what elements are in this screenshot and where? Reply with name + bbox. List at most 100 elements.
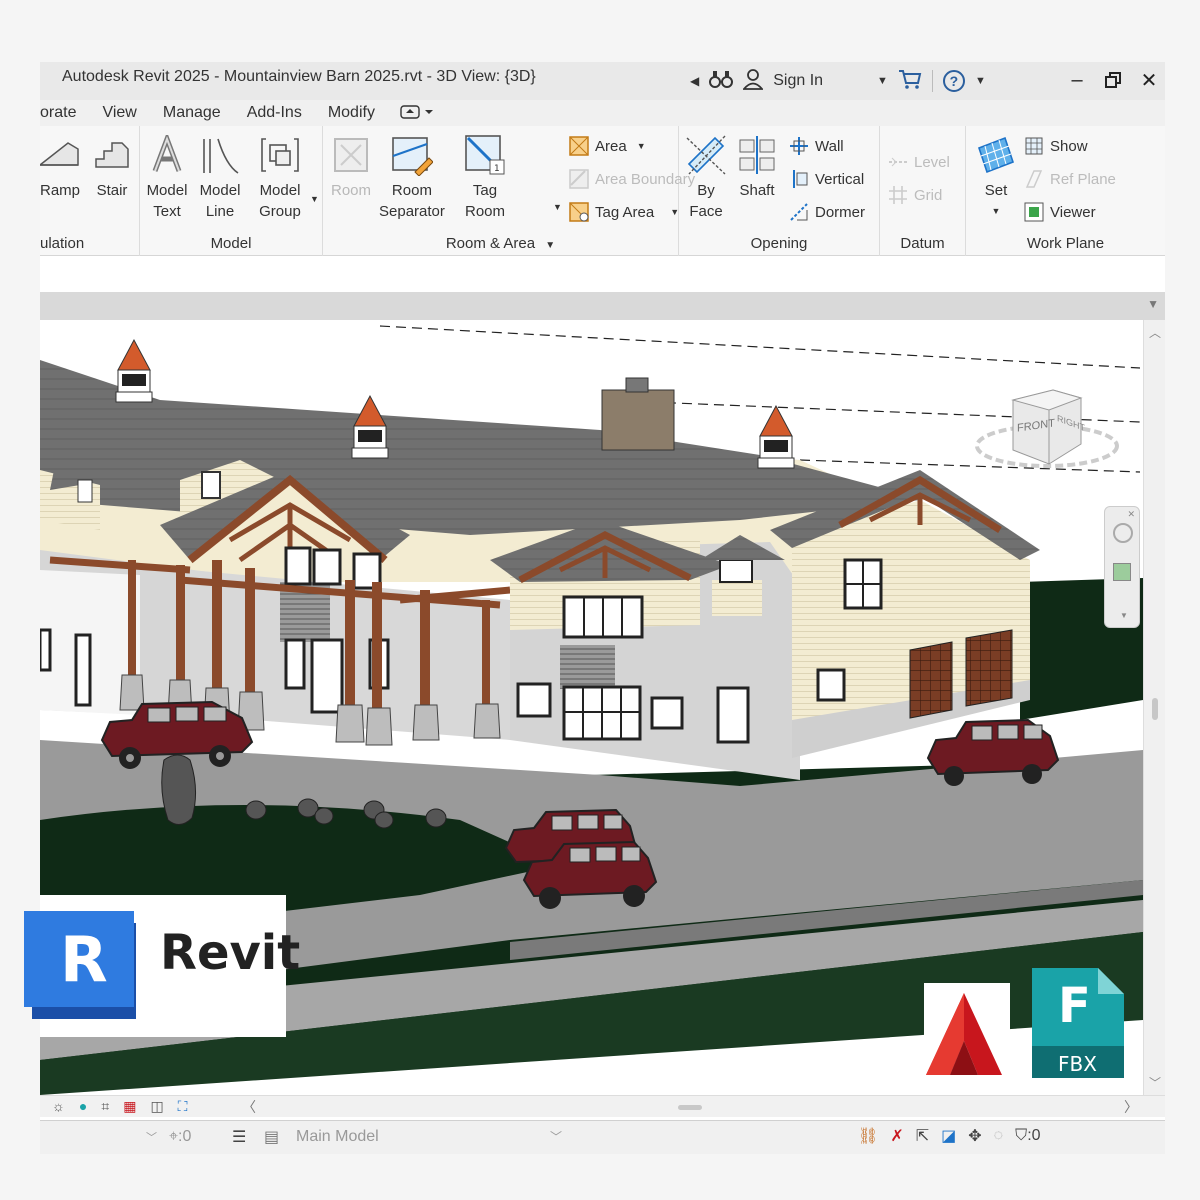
drag-elements-icon[interactable]: ✥ [968,1126,981,1146]
steering-wheel-icon[interactable] [1113,523,1133,543]
filter-icon[interactable]: ⛉:0 [1015,1127,1040,1145]
title-bar: Autodesk Revit 2025 - Mountainview Barn … [40,62,1165,100]
room-button[interactable]: Room [329,132,373,201]
level-button[interactable]: Level [888,150,950,174]
restore-icon[interactable] [1103,66,1123,94]
workset-dropdown-icon[interactable]: ﹀ [146,1129,157,1145]
tab-collaborate[interactable]: orate [40,104,89,126]
design-options-icon[interactable]: ☰ [232,1127,246,1147]
wall-opening-button[interactable]: Wall [789,134,844,158]
tag-area-dropdown-icon[interactable]: ▼ [670,207,679,217]
tab-modify[interactable]: Modify [315,104,388,126]
set-work-plane-button[interactable]: Set ▼ [974,132,1018,222]
model-text-icon [145,132,189,178]
ribbon-tabs: orate View Manage Add-Ins Modify [40,100,1165,126]
by-face-label-1: By [697,182,715,199]
select-by-face-icon[interactable]: ◪ [941,1126,956,1146]
show-work-plane-button[interactable]: Show [1024,134,1088,158]
model-text-button[interactable]: Model Text [145,132,189,222]
area-boundary-button[interactable]: Area Boundary [569,167,695,191]
tag-area-button[interactable]: Tag Area ▼ [569,200,679,224]
ref-plane-button[interactable]: Ref Plane [1024,167,1116,191]
wall-opening-label: Wall [815,137,844,155]
room-area-panel-title[interactable]: Room & Area ▼ [323,235,678,252]
user-icon[interactable] [742,68,765,95]
binoculars-icon[interactable] [709,69,734,94]
background-process-icon[interactable]: ◌ [994,1127,1004,1145]
tag-room-dropdown-icon[interactable]: ▼ [553,202,562,212]
ramp-button[interactable]: Ramp [40,132,82,201]
horizontal-scroll-thumb[interactable] [678,1105,702,1110]
room-separator-button[interactable]: Room Separator [379,132,445,222]
viewcube[interactable]: FRONT RIGHT [975,386,1120,476]
sign-in-dropdown-icon[interactable]: ▼ [877,75,888,87]
select-underlay-icon[interactable]: ✗ [890,1126,903,1146]
model-line-label-1: Model [199,182,241,199]
set-label: Set [984,182,1008,199]
model-group-dropdown-icon[interactable]: ▼ [310,194,319,204]
collapse-arrow-icon[interactable]: ◀ [690,74,699,88]
room-area-title-label: Room & Area [445,235,536,252]
model-line-button[interactable]: Model Line [198,132,242,222]
stair-button[interactable]: Stair [90,132,134,201]
cart-icon[interactable] [898,69,922,94]
view-menu-icon[interactable]: ▼ [1147,297,1159,311]
scroll-right-icon[interactable]: 〉 [1124,1097,1138,1117]
temporary-hide-icon[interactable]: ◫ [150,1098,163,1115]
by-face-button[interactable]: By Face [684,132,728,222]
model-group-label-1: Model [259,182,301,199]
vertical-opening-button[interactable]: Vertical [789,167,864,191]
tag-room-button[interactable]: 1 Tag Room [463,132,507,222]
select-links-icon[interactable]: ⛓ [858,1126,878,1146]
set-dropdown-icon[interactable]: ▼ [992,201,1001,222]
scroll-down-icon[interactable]: ﹀ [1149,1074,1161,1091]
svg-text:1: 1 [494,164,500,174]
area-button[interactable]: Area ▼ [569,134,646,158]
set-work-plane-icon [974,132,1018,178]
nav-close-icon[interactable]: ✕ [1127,509,1135,520]
active-model-select[interactable]: Main Model [296,1128,379,1146]
model-dropdown-icon[interactable]: ﹀ [550,1128,562,1145]
reveal-hidden-icon[interactable]: ▦ [123,1098,136,1115]
circulation-panel: Ramp Stair ulation [40,126,140,256]
viewer-button[interactable]: Viewer [1024,200,1096,224]
area-dropdown-icon[interactable]: ▼ [637,141,646,151]
pan-icon[interactable] [1113,563,1131,581]
help-icon[interactable]: ? [942,70,965,92]
model-group-button[interactable]: Model Group [258,132,302,222]
select-pinned-icon[interactable]: ⇱ [916,1126,929,1146]
grid-button[interactable]: Grid [888,183,942,207]
shaft-button[interactable]: Shaft [735,132,779,201]
lightbulb-icon[interactable]: ● [79,1098,87,1115]
sign-in-link[interactable]: Sign In [773,72,823,90]
tab-add-ins[interactable]: Add-Ins [234,104,315,126]
title-tools: ◀ Sign In ▼ ? ▼ [690,66,986,96]
grid-label: Grid [914,186,943,204]
vertical-scrollbar[interactable]: ︿ ﹀ [1143,320,1165,1095]
scroll-left-icon[interactable]: 〈 [242,1097,256,1117]
ribbon: Ramp Stair ulation Model Text Model Line… [40,126,1165,256]
tag-room-icon: 1 [463,132,507,178]
opening-panel: By Face Shaft Wall Vertical Dormer Openi… [679,126,880,256]
tab-view[interactable]: View [89,104,149,126]
minimize-icon[interactable]: – [1067,66,1087,94]
level-icon [888,152,908,172]
vertical-scroll-thumb[interactable] [1152,698,1158,720]
selection-count-icon[interactable]: ⌖:0 [169,1128,191,1146]
sun-path-icon[interactable]: ☼ [52,1098,65,1115]
nav-options-icon[interactable]: ▼ [1120,611,1128,620]
scroll-up-icon[interactable]: ︿ [1149,324,1161,341]
crop-region-icon[interactable]: ⌗ [101,1098,109,1115]
ribbon-toggle-icon[interactable] [400,105,434,126]
analytical-model-icon[interactable]: ⛶ [178,1098,188,1115]
revit-logo: R Revit [24,895,300,1037]
close-icon[interactable]: ✕ [1139,66,1159,94]
model-list-icon[interactable]: ▤ [264,1127,279,1147]
room-area-expand-icon[interactable]: ▼ [545,240,555,251]
dormer-opening-button[interactable]: Dormer [789,200,865,224]
by-face-icon [684,132,728,178]
tab-manage[interactable]: Manage [150,104,234,126]
stair-label: Stair [96,182,128,199]
model-panel-title: Model [210,235,252,252]
help-dropdown-icon[interactable]: ▼ [975,75,986,87]
